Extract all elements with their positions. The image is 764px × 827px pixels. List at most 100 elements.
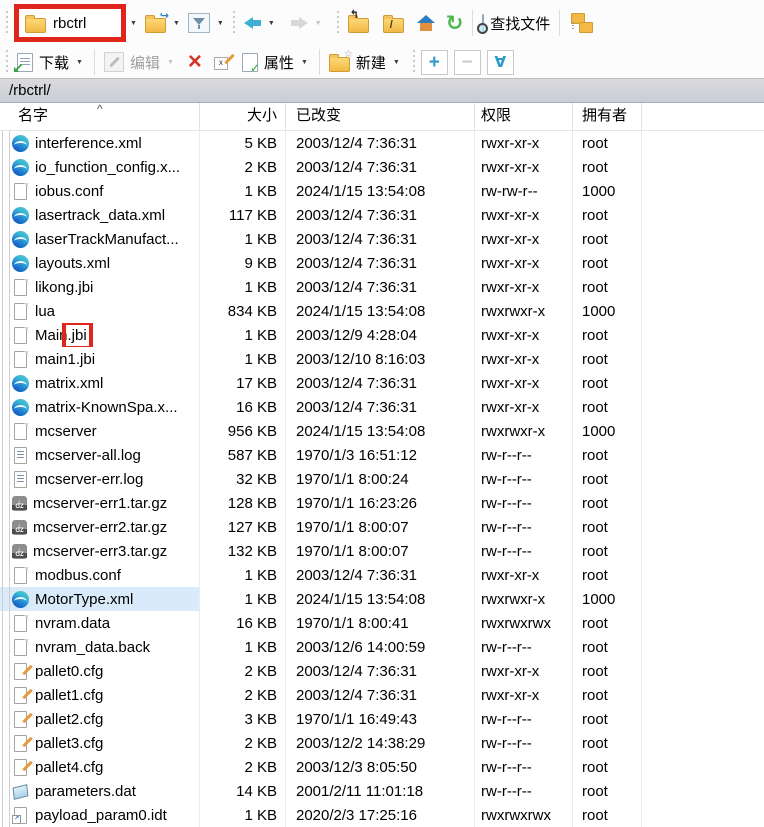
empty-cell	[642, 611, 764, 635]
file-changed-cell: 2024/1/15 13:54:08	[286, 299, 475, 323]
new-caret[interactable]: ▼	[393, 59, 400, 66]
add-panel-button[interactable]: +	[421, 50, 448, 75]
table-row[interactable]: modbus.conf1 KB2003/12/4 7:36:31rwxr-xr-…	[0, 563, 764, 587]
file-rights-cell: rwxrwxr-x	[475, 587, 573, 611]
table-row[interactable]: pallet1.cfg2 KB2003/12/4 7:36:31rwxr-xr-…	[0, 683, 764, 707]
file-size-cell: 3 KB	[200, 707, 286, 731]
table-row[interactable]: pallet2.cfg3 KB1970/1/1 16:49:43rw-r--r-…	[0, 707, 764, 731]
file-changed-cell: 2024/1/15 13:54:08	[286, 419, 475, 443]
column-header-size[interactable]: 大小	[200, 103, 286, 130]
open-session-caret[interactable]: ▼	[173, 20, 180, 27]
table-row[interactable]: parameters.dat14 KB2001/2/11 11:01:18rw-…	[0, 779, 764, 803]
sort-ascending-icon: ^	[97, 103, 103, 115]
table-row[interactable]: likong.jbi1 KB2003/12/4 7:36:31rwxr-xr-x…	[0, 275, 764, 299]
table-row[interactable]: lua834 KB2024/1/15 13:54:08rwxrwxr-x1000	[0, 299, 764, 323]
file-owner-cell: root	[573, 611, 642, 635]
root-directory-button[interactable]: /	[380, 12, 407, 35]
table-row[interactable]: mcserver-err.log32 KB1970/1/1 8:00:24rw-…	[0, 467, 764, 491]
forward-button[interactable]	[288, 15, 311, 31]
toolbar-grip[interactable]	[4, 50, 10, 74]
open-session-button[interactable]: ↪	[142, 12, 169, 35]
table-row[interactable]: io_function_config.x...2 KB2003/12/4 7:3…	[0, 155, 764, 179]
parent-directory-button[interactable]: ↰	[345, 12, 372, 35]
toolbar-separator	[94, 49, 95, 75]
table-row[interactable]: matrix.xml17 KB2003/12/4 7:36:31rwxr-xr-…	[0, 371, 764, 395]
forward-history-caret[interactable]: ▼	[315, 20, 322, 27]
directory-tree-button[interactable]	[566, 11, 596, 35]
table-row[interactable]: Main.jbi1 KB2003/12/9 4:28:04rwxr-xr-xro…	[0, 323, 764, 347]
rename-icon: x	[214, 54, 232, 70]
file-changed-cell: 1970/1/1 8:00:41	[286, 611, 475, 635]
toolbar-grip[interactable]	[4, 11, 10, 35]
table-row[interactable]: iobus.conf1 KB2024/1/15 13:54:08rw-rw-r-…	[0, 179, 764, 203]
file-name: lua	[35, 303, 55, 320]
table-row[interactable]: mcserver956 KB2024/1/15 13:54:08rwxrwxr-…	[0, 419, 764, 443]
toolbar-grip[interactable]	[231, 11, 237, 35]
table-row[interactable]: nvram_data.back1 KB2003/12/6 14:00:59rw-…	[0, 635, 764, 659]
find-files-button[interactable]: 查找文件	[479, 11, 553, 36]
file-changed-cell: 2003/12/4 7:36:31	[286, 395, 475, 419]
table-row[interactable]: mcserver-all.log587 KB1970/1/3 16:51:12r…	[0, 443, 764, 467]
rename-button[interactable]: x	[211, 52, 235, 72]
table-row[interactable]: MotorType.xml1 KB2024/1/15 13:54:08rwxrw…	[0, 587, 764, 611]
table-row[interactable]: pallet3.cfg2 KB2003/12/2 14:38:29rw-r--r…	[0, 731, 764, 755]
table-row[interactable]: ↓GZmcserver-err3.tar.gz132 KB1970/1/1 8:…	[0, 539, 764, 563]
table-row[interactable]: main1.jbi1 KB2003/12/10 8:16:03rwxr-xr-x…	[0, 347, 764, 371]
download-button[interactable]: ↙ 下载	[14, 50, 72, 75]
table-row[interactable]: laserTrackManufact...1 KB2003/12/4 7:36:…	[0, 227, 764, 251]
table-row[interactable]: pallet0.cfg2 KB2003/12/4 7:36:31rwxr-xr-…	[0, 659, 764, 683]
table-row[interactable]: ↓GZmcserver-err2.tar.gz127 KB1970/1/1 8:…	[0, 515, 764, 539]
back-button[interactable]	[241, 15, 264, 31]
filter-button[interactable]	[185, 11, 213, 35]
table-row[interactable]: lasertrack_data.xml117 KB2003/12/4 7:36:…	[0, 203, 764, 227]
table-row[interactable]: matrix-KnownSpa.x...16 KB2003/12/4 7:36:…	[0, 395, 764, 419]
current-path: /rbctrl/	[9, 82, 51, 99]
back-history-caret[interactable]: ▼	[268, 20, 275, 27]
home-directory-button[interactable]	[413, 13, 439, 34]
file-size-cell: 17 KB	[200, 371, 286, 395]
xml-file-icon	[12, 255, 29, 272]
archive-file-icon: ↓GZ	[12, 544, 27, 559]
generic-file-icon	[12, 183, 29, 200]
sync-filter-button[interactable]: ∀	[487, 50, 514, 75]
new-button[interactable]: ☆ 新建	[326, 50, 389, 75]
generic-file-icon	[12, 567, 29, 584]
empty-cell	[642, 779, 764, 803]
delete-button[interactable]: ×	[185, 49, 205, 75]
current-path-bar[interactable]: /rbctrl/	[0, 78, 764, 103]
refresh-button[interactable]: ↻	[443, 11, 467, 36]
file-name-cell: mcserver-err.log	[0, 467, 200, 491]
table-row[interactable]: pallet4.cfg2 KB2003/12/3 8:05:50rw-r--r-…	[0, 755, 764, 779]
config-file-icon	[12, 759, 29, 776]
filter-caret[interactable]: ▼	[217, 20, 224, 27]
file-name-cell: Main.jbi	[0, 323, 200, 347]
table-row[interactable]: interference.xml5 KB2003/12/4 7:36:31rwx…	[0, 131, 764, 155]
download-caret[interactable]: ▼	[76, 59, 83, 66]
column-header-extra[interactable]	[642, 103, 764, 130]
empty-cell	[642, 587, 764, 611]
address-combo[interactable]: rbctrl	[19, 9, 121, 37]
table-row[interactable]: ↓GZmcserver-err1.tar.gz128 KB1970/1/1 16…	[0, 491, 764, 515]
toolbar-grip[interactable]	[335, 11, 341, 35]
edit-button[interactable]: 编辑	[101, 50, 163, 75]
column-header-changed[interactable]: 已改变	[286, 103, 475, 130]
file-size-cell: 2 KB	[200, 683, 286, 707]
remove-panel-button[interactable]: −	[454, 50, 481, 75]
file-size-cell: 2 KB	[200, 155, 286, 179]
address-dropdown-caret[interactable]: ▼	[130, 20, 137, 27]
archive-file-icon: ↓GZ	[12, 520, 27, 535]
toolbar-grip[interactable]	[411, 50, 417, 74]
table-row[interactable]: layouts.xml9 KB2003/12/4 7:36:31rwxr-xr-…	[0, 251, 764, 275]
generic-file-icon	[12, 639, 29, 656]
column-header-rights[interactable]: 权限	[475, 103, 573, 130]
column-header-owner[interactable]: 拥有者	[573, 103, 642, 130]
table-row[interactable]: ↗payload_param0.idt1 KB2020/2/3 17:25:16…	[0, 803, 764, 827]
address-value: rbctrl	[53, 15, 86, 32]
edit-caret[interactable]: ▼	[167, 59, 174, 66]
properties-button[interactable]: ✓ 属性	[239, 50, 297, 75]
empty-cell	[642, 251, 764, 275]
file-name-cell: interference.xml	[0, 131, 200, 155]
properties-caret[interactable]: ▼	[301, 59, 308, 66]
archive-file-icon: ↓GZ	[12, 496, 27, 511]
table-row[interactable]: nvram.data16 KB1970/1/1 8:00:41rwxrwxrwx…	[0, 611, 764, 635]
